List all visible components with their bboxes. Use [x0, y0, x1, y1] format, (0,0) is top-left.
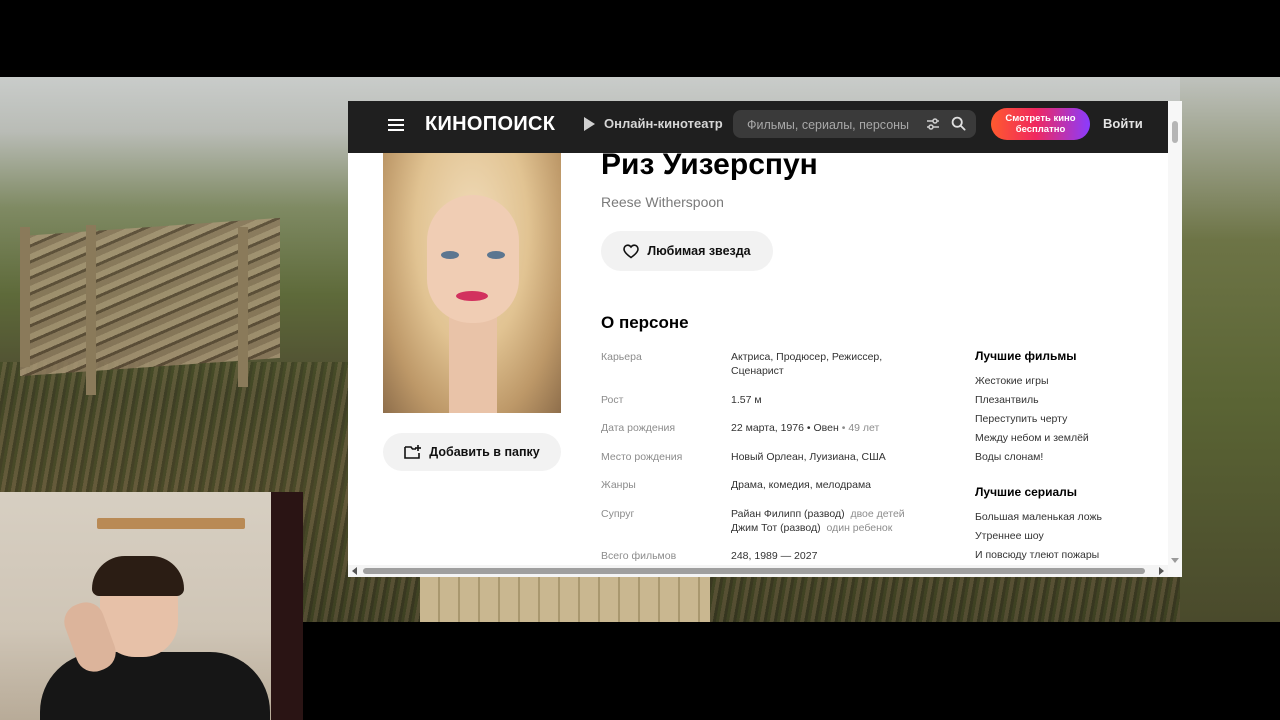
background-post: [86, 225, 96, 395]
online-cinema-label: Онлайн-кинотеатр: [604, 116, 723, 131]
horizontal-scrollbar[interactable]: [348, 565, 1168, 577]
zodiac-link[interactable]: Овен: [814, 422, 839, 434]
webcam-overlay: [0, 492, 303, 720]
person-photo: [383, 153, 561, 413]
vertical-scroll-thumb[interactable]: [1172, 121, 1178, 143]
best-series-link[interactable]: Утреннее шоу: [975, 527, 1165, 546]
best-films-section: Лучшие фильмы Жестокие игры Плезантвиль …: [975, 349, 1165, 467]
best-film-link[interactable]: Плезантвиль: [975, 391, 1165, 410]
info-label: Карьера: [601, 351, 642, 363]
search-box: [733, 110, 976, 138]
best-series-link[interactable]: И повсюду тлеют пожары: [975, 546, 1165, 565]
spouse-link[interactable]: Джим Тот (развод): [731, 522, 821, 534]
info-label: Жанры: [601, 479, 636, 491]
best-film-link[interactable]: Воды слонам!: [975, 448, 1165, 467]
spouse-note: двое детей: [850, 508, 905, 520]
birth-date-link[interactable]: 22 марта, 1976: [731, 422, 804, 434]
browser-window: КИНОПОИСК Онлайн-кинотеатр Смотреть кино…: [348, 101, 1182, 577]
best-films-title: Лучшие фильмы: [975, 349, 1077, 363]
best-film-link[interactable]: Переступить черту: [975, 410, 1165, 429]
site-logo[interactable]: КИНОПОИСК: [425, 113, 555, 136]
best-film-link[interactable]: Между небом и землёй: [975, 429, 1165, 448]
search-icon[interactable]: [951, 116, 966, 131]
watch-free-label: Смотреть кино бесплатно: [1005, 113, 1076, 135]
spouse-link[interactable]: Райан Филипп (развод): [731, 508, 845, 520]
add-folder-icon: [404, 445, 422, 459]
height-value: 1.57 м: [731, 394, 762, 406]
add-to-folder-button[interactable]: Добавить в папку: [383, 433, 561, 471]
webcam-shelf: [97, 518, 245, 529]
play-icon: [584, 116, 595, 131]
background-boardwalk: [420, 577, 710, 622]
films-total-value[interactable]: 248, 1989 — 2027: [731, 549, 921, 563]
background-post: [238, 227, 248, 387]
favorite-star-label: Любимая звезда: [647, 244, 751, 258]
menu-icon[interactable]: [388, 118, 404, 132]
info-label: Дата рождения: [601, 422, 676, 434]
info-label: Всего фильмов: [601, 550, 677, 562]
login-link[interactable]: Войти: [1103, 116, 1143, 131]
info-label: Место рождения: [601, 451, 683, 463]
person-name-ru: Риз Уизерспун: [601, 153, 818, 181]
online-cinema-link[interactable]: Онлайн-кинотеатр: [584, 116, 723, 131]
site-header: КИНОПОИСК Онлайн-кинотеатр Смотреть кино…: [348, 101, 1182, 153]
filter-icon[interactable]: [926, 117, 940, 131]
birth-value: 22 марта, 1976 • Овен • 49 лет: [731, 422, 880, 434]
best-series-link[interactable]: Большая маленькая ложь: [975, 508, 1165, 527]
person-name-en: Reese Witherspoon: [601, 194, 724, 210]
heart-icon: [623, 243, 640, 258]
info-label: Рост: [601, 394, 624, 406]
background-post: [20, 227, 30, 367]
vertical-scrollbar[interactable]: [1168, 101, 1182, 577]
background-bush: [1180, 77, 1280, 622]
search-input[interactable]: [745, 115, 917, 135]
genres-value: Драма, комедия, мелодрама: [731, 479, 872, 491]
horizontal-scroll-thumb[interactable]: [363, 568, 1145, 574]
add-to-folder-label: Добавить в папку: [429, 445, 540, 459]
scroll-left-arrow-icon[interactable]: [352, 567, 357, 575]
career-value[interactable]: Актриса, Продюсер, Режиссер, Сценарист: [731, 350, 921, 378]
best-series-title: Лучшие сериалы: [975, 485, 1078, 499]
scroll-down-arrow-icon[interactable]: [1171, 558, 1179, 563]
scroll-right-arrow-icon[interactable]: [1159, 567, 1164, 575]
webcam-person-hair: [92, 556, 184, 596]
age-value: 49 лет: [848, 422, 880, 434]
spouse-note: один ребенок: [826, 522, 893, 534]
info-label: Супруг: [601, 508, 635, 520]
webcam-person-body: [40, 652, 270, 720]
birthplace-value[interactable]: Новый Орлеан, Луизиана, США: [731, 450, 921, 464]
spouse-value: Райан Филипп (развод) двое детей Джим То…: [731, 507, 921, 535]
person-page: Добавить в папку Риз Уизерспун Reese Wit…: [348, 153, 1168, 568]
webcam-frame: [271, 492, 303, 720]
favorite-star-button[interactable]: Любимая звезда: [601, 231, 773, 271]
best-series-section: Лучшие сериалы Большая маленькая ложь Ут…: [975, 485, 1165, 565]
about-title: О персоне: [601, 313, 689, 332]
watch-free-button[interactable]: Смотреть кино бесплатно: [991, 108, 1090, 140]
best-film-link[interactable]: Жестокие игры: [975, 372, 1165, 391]
